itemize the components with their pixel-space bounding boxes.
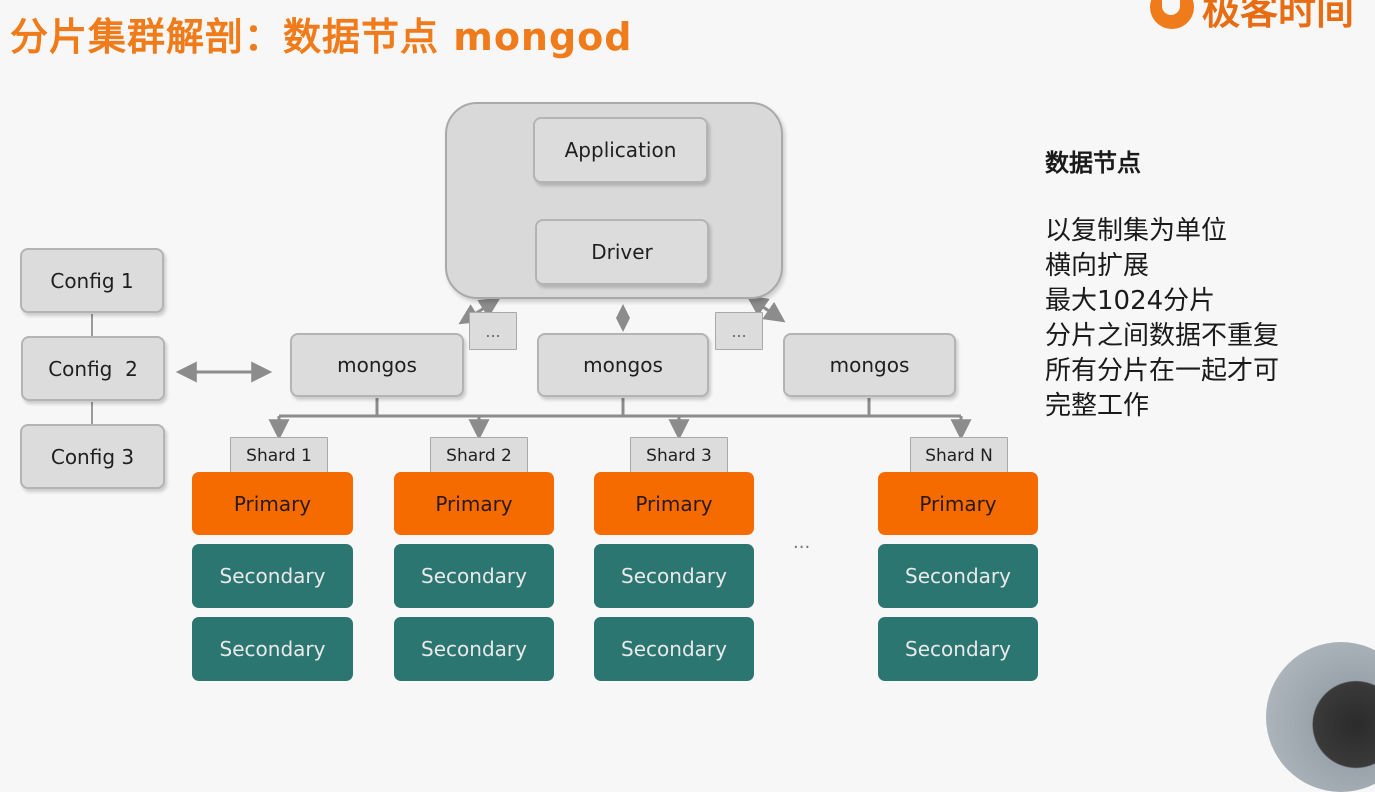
side-line-1: 以复制集为单位 — [1045, 216, 1228, 246]
mongos-router-2: mongos — [537, 333, 709, 397]
shard-3-secondary-2: Secondary — [594, 617, 754, 681]
more-mongos-right: ... — [715, 312, 763, 350]
shard-3-primary: Primary — [594, 472, 754, 535]
driver-mongos-link — [616, 304, 630, 332]
shard-1-secondary-2: Secondary — [192, 617, 353, 681]
shard-2-primary: Primary — [394, 472, 554, 535]
more-mongos-left: ... — [469, 312, 517, 350]
driver-box: Driver — [535, 219, 709, 285]
shard-1-label: Shard 1 — [230, 437, 328, 474]
mongos-router-1: mongos — [290, 333, 464, 397]
config-server-3: Config 3 — [20, 424, 165, 489]
side-line-2: 横向扩展 — [1045, 251, 1150, 281]
shard-1-primary: Primary — [192, 472, 353, 535]
shard-2-secondary-2: Secondary — [394, 617, 554, 681]
side-heading: 数据节点 — [1045, 149, 1141, 177]
shard-n-secondary-2: Secondary — [878, 617, 1038, 681]
side-line-4: 分片之间数据不重复 — [1045, 321, 1280, 351]
side-line-6: 完整工作 — [1045, 391, 1150, 421]
shard-2-label: Shard 2 — [430, 437, 528, 474]
more-shards-ellipsis: ... — [793, 532, 811, 553]
shard-3-secondary-1: Secondary — [594, 544, 754, 608]
mongos-router-3: mongos — [783, 333, 956, 397]
shard-n-primary: Primary — [878, 472, 1038, 535]
shard-3-label: Shard 3 — [630, 437, 728, 474]
shard-n-label: Shard N — [910, 437, 1008, 474]
shard-2-secondary-1: Secondary — [394, 544, 554, 608]
side-line-5: 所有分片在一起才可 — [1045, 356, 1280, 386]
application-box: Application — [533, 117, 708, 183]
shard-1-secondary-1: Secondary — [192, 544, 353, 608]
shard-n-secondary-1: Secondary — [878, 544, 1038, 608]
config-server-2: Config 2 — [21, 336, 165, 401]
config-server-1: Config 1 — [20, 248, 164, 313]
side-line-3: 最大1024分片 — [1045, 286, 1216, 316]
side-notes: 数据节点 以复制集为单位 横向扩展 最大1024分片 分片之间数据不重复 所有分… — [1045, 143, 1279, 424]
